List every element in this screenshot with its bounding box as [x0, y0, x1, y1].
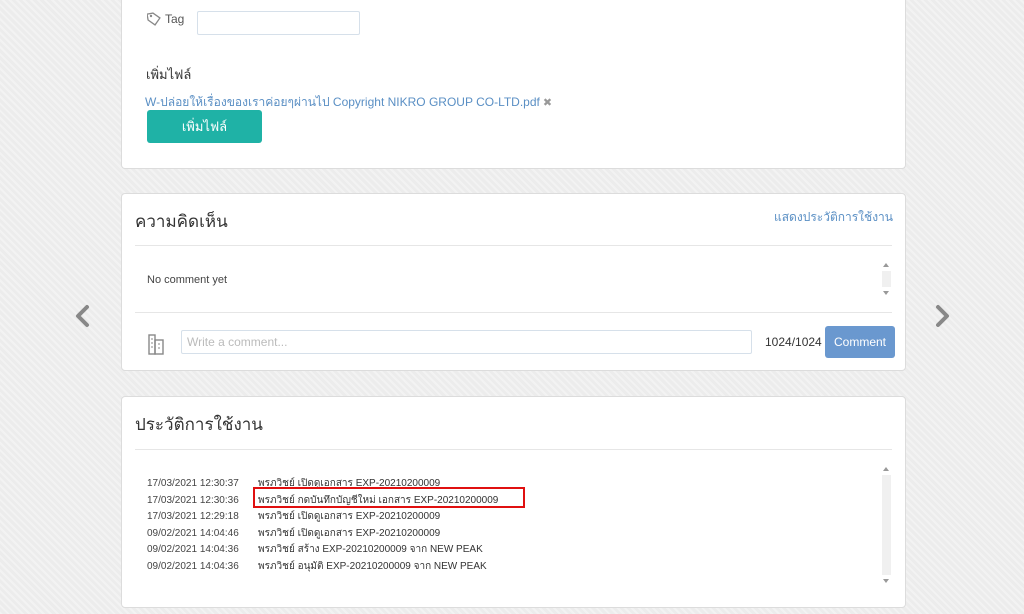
history-text: พรภวิชย์ เปิดดูเอกสาร EXP-20210200009 [258, 527, 441, 539]
comments-panel: ความคิดเห็น แสดงประวัติการใช้งาน No comm… [121, 193, 906, 371]
highlight-annotation-box [253, 487, 525, 508]
history-time: 09/02/2021 14:04:36 [147, 544, 239, 556]
comment-input[interactable] [181, 330, 752, 354]
comments-title: ความคิดเห็น [135, 212, 228, 231]
divider [135, 245, 892, 246]
history-scrollbar[interactable] [880, 463, 893, 587]
attachment-panel: Tag เพิ่มไฟล์ W-ปล่อยให้เรื่องของเราค่อย… [121, 0, 906, 169]
history-entry: 09/02/2021 14:04:36 พรภวิชย์ อนุมัติ EXP-… [147, 559, 498, 576]
attached-file-link[interactable]: W-ปล่อยให้เรื่องของเราค่อยๆผ่านไป Copyri… [145, 95, 540, 109]
history-time: 17/03/2021 12:30:36 [147, 494, 239, 506]
tag-label-group: Tag [147, 12, 184, 26]
remove-file-icon[interactable]: ✖ [543, 97, 552, 109]
divider [135, 449, 892, 450]
history-text: พรภวิชย์ เปิดดูเอกสาร EXP-20210200009 [258, 511, 441, 523]
scroll-up-icon[interactable] [883, 467, 889, 471]
tag-label: Tag [165, 12, 185, 26]
scroll-track [882, 271, 891, 287]
history-entry: 09/02/2021 14:04:46 พรภวิชย์ เปิดดูเอกสาร… [147, 526, 498, 543]
comments-scrollbar[interactable] [880, 259, 893, 299]
char-count: 1024/1024 [765, 335, 822, 349]
history-entry: 09/02/2021 14:04:36 พรภวิชย์ สร้าง EXP-20… [147, 542, 498, 559]
history-time: 17/03/2021 12:29:18 [147, 511, 239, 523]
history-entry: 17/03/2021 12:29:18 พรภวิชย์ เปิดดูเอกสาร… [147, 509, 498, 526]
attach-file-title: เพิ่มไฟล์ [146, 67, 192, 82]
comment-submit-button[interactable]: Comment [825, 326, 895, 358]
history-title: ประวัติการใช้งาน [135, 415, 263, 434]
no-comment-text: No comment yet [147, 274, 228, 286]
history-text: พรภวิชย์ สร้าง EXP-20210200009 จาก NEW P… [258, 544, 483, 556]
history-text: พรภวิชย์ อนุมัติ EXP-20210200009 จาก NEW… [258, 560, 487, 572]
prev-record-chevron-left-icon[interactable] [70, 303, 96, 329]
history-time: 09/02/2021 14:04:36 [147, 560, 239, 572]
tag-input[interactable] [197, 11, 360, 35]
next-record-chevron-right-icon[interactable] [929, 303, 955, 329]
scroll-track [882, 475, 891, 575]
add-file-button[interactable]: เพิ่มไฟล์ [147, 110, 262, 143]
scroll-down-icon[interactable] [883, 579, 889, 583]
history-time: 09/02/2021 14:04:46 [147, 527, 239, 539]
history-time: 17/03/2021 12:30:37 [147, 478, 239, 489]
show-history-link[interactable]: แสดงประวัติการใช้งาน [774, 208, 893, 227]
history-panel: ประวัติการใช้งาน 17/03/2021 12:30:37 พรภว… [121, 396, 906, 608]
divider [135, 312, 892, 313]
scroll-down-icon[interactable] [883, 291, 889, 295]
tag-icon [147, 12, 161, 26]
scroll-up-icon[interactable] [883, 263, 889, 267]
company-building-icon [148, 334, 164, 355]
